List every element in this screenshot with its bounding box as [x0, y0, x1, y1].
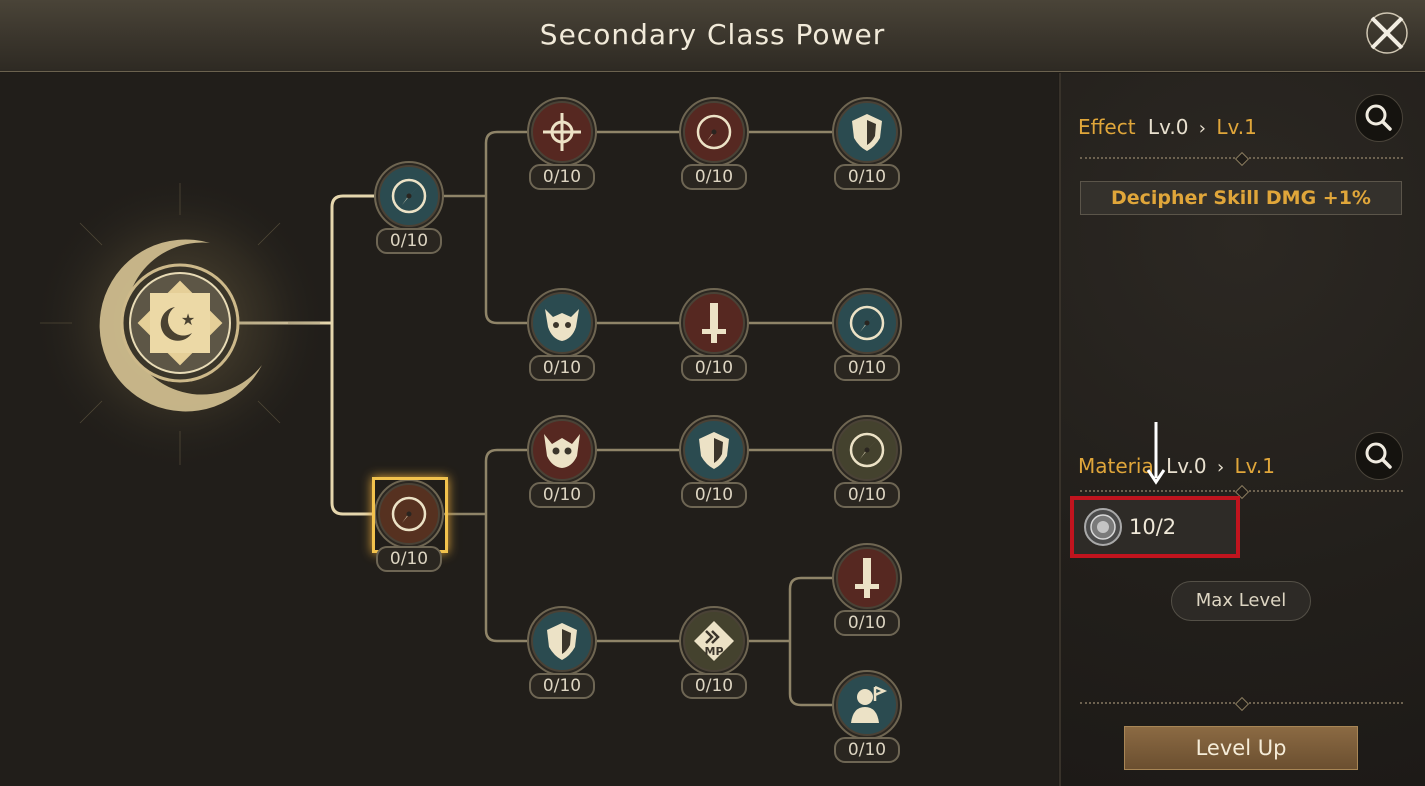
bust-flag-icon	[832, 670, 902, 740]
selection-frame	[372, 477, 448, 553]
skill-node-count: 0/10	[376, 228, 442, 254]
shield-icon	[832, 97, 902, 167]
compass-icon	[374, 161, 444, 231]
shield-icon	[527, 606, 597, 676]
skill-node[interactable]	[372, 477, 448, 553]
close-button[interactable]	[1364, 10, 1410, 56]
skill-node[interactable]	[832, 97, 902, 167]
skill-node-count: 0/10	[681, 482, 747, 508]
effect-search-button[interactable]	[1355, 94, 1403, 142]
mp-boost-icon: MP	[679, 606, 749, 676]
arrow-right-icon: ›	[1216, 457, 1225, 478]
compass-icon	[832, 288, 902, 358]
arrow-down-annotation-icon	[1146, 422, 1166, 485]
level-up-button[interactable]: Level Up	[1124, 726, 1358, 770]
skill-node[interactable]: MP	[679, 606, 749, 676]
effect-level-to: Lv.1	[1216, 115, 1257, 139]
skill-node-count: 0/10	[834, 737, 900, 763]
crosshair-icon	[527, 97, 597, 167]
effect-section-header: Effect Lv.0 › Lv.1	[1078, 115, 1257, 139]
skill-node-count: 0/10	[529, 673, 595, 699]
skill-node[interactable]	[679, 415, 749, 485]
effect-level-from: Lv.0	[1147, 115, 1189, 139]
material-section-header: Materia Lv.0 › Lv.1	[1078, 454, 1275, 478]
arrow-right-icon: ›	[1198, 118, 1206, 139]
skill-node-count: 0/10	[529, 164, 595, 190]
skill-node[interactable]	[374, 161, 444, 231]
skill-node[interactable]	[832, 543, 902, 613]
skill-node[interactable]	[832, 288, 902, 358]
skill-node[interactable]	[527, 97, 597, 167]
skill-node-count: 0/10	[681, 355, 747, 381]
skill-node[interactable]	[832, 670, 902, 740]
skill-node-count: 0/10	[529, 482, 595, 508]
beast-skull-icon	[527, 288, 597, 358]
skill-node-count: 0/10	[681, 673, 747, 699]
detail-panel	[1059, 73, 1425, 786]
skill-node-count: 0/10	[834, 482, 900, 508]
svg-text:★: ★	[181, 310, 195, 329]
material-quantity: 10/2	[1129, 515, 1177, 539]
material-level-from: Lv.0	[1166, 454, 1207, 478]
skill-node[interactable]	[679, 97, 749, 167]
star-crescent-emblem-icon: ★	[32, 175, 328, 471]
effect-description: Decipher Skill DMG +1%	[1080, 181, 1402, 215]
shield-icon	[679, 415, 749, 485]
skill-node[interactable]	[679, 288, 749, 358]
skill-node-count: 0/10	[376, 546, 442, 572]
skill-node-count: 0/10	[834, 164, 900, 190]
skill-node[interactable]	[832, 415, 902, 485]
close-x-icon	[1366, 12, 1408, 54]
search-icon	[1365, 442, 1392, 469]
material-level-to: Lv.1	[1234, 454, 1276, 478]
skill-node-count: 0/10	[681, 164, 747, 190]
horned-skull-icon	[527, 415, 597, 485]
max-level-button[interactable]: Max Level	[1171, 581, 1311, 621]
material-label: Materia	[1078, 454, 1154, 478]
root-emblem[interactable]: ★	[32, 175, 340, 475]
svg-text:MP: MP	[704, 645, 723, 658]
skill-node[interactable]	[527, 606, 597, 676]
sword-icon	[679, 288, 749, 358]
compass-icon	[679, 97, 749, 167]
skill-node[interactable]	[527, 415, 597, 485]
skill-node-count: 0/10	[834, 610, 900, 636]
material-orb-icon	[1084, 508, 1122, 546]
skill-node-count: 0/10	[529, 355, 595, 381]
search-icon	[1365, 104, 1392, 131]
material-search-button[interactable]	[1355, 432, 1403, 480]
effect-label: Effect	[1078, 115, 1136, 139]
skill-node-count: 0/10	[834, 355, 900, 381]
sword-icon	[832, 543, 902, 613]
skill-node[interactable]	[527, 288, 597, 358]
compass-icon	[832, 415, 902, 485]
